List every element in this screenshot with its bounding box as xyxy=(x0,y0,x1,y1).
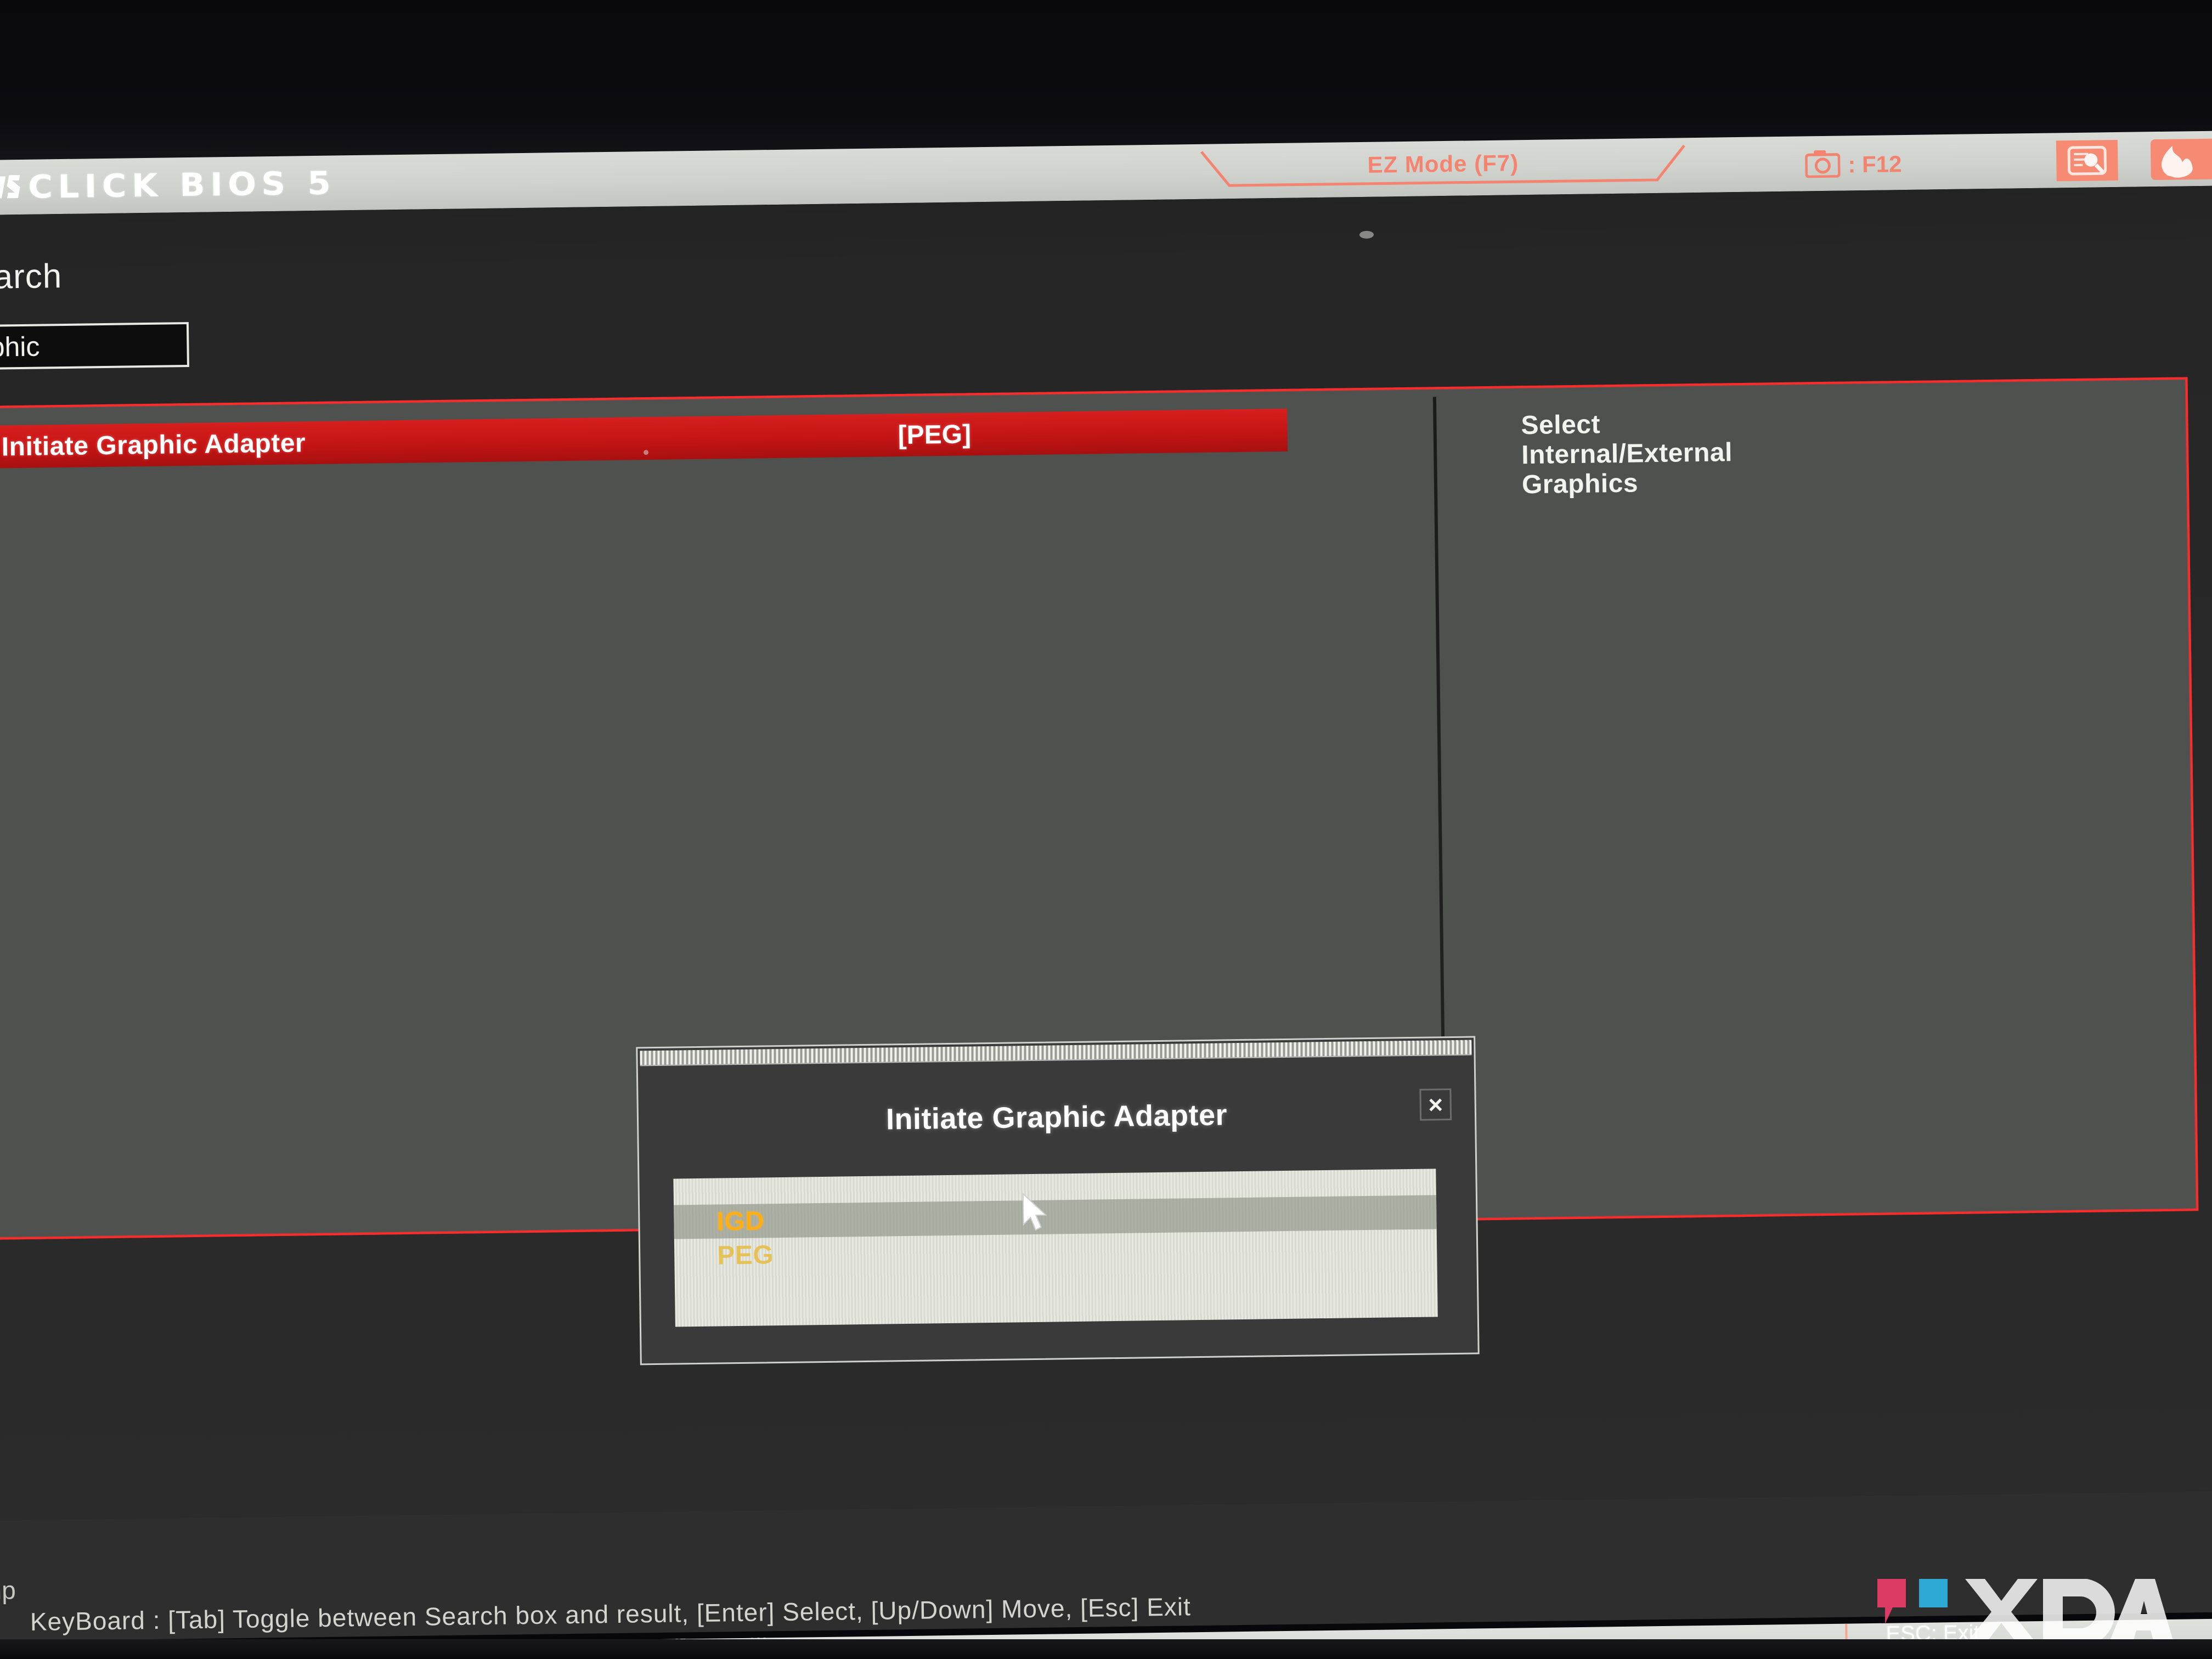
dialog-title: Initiate Graphic Adapter xyxy=(885,1098,1228,1136)
search-results-panel: Initiate Graphic Adapter [PEG] Select In… xyxy=(0,230,2199,1365)
search-icon-button[interactable] xyxy=(2056,139,2118,182)
dust-speck xyxy=(1359,230,1374,239)
help-keyboard-line: KeyBoard : [Tab] Toggle between Search b… xyxy=(30,1592,1192,1636)
description-line-3: Graphics xyxy=(1521,468,1639,499)
option-label: IGD xyxy=(716,1206,765,1237)
close-icon[interactable]: × xyxy=(1419,1088,1452,1121)
monitor-bezel-bottom xyxy=(0,1639,2212,1659)
search-page-icon xyxy=(2067,145,2107,176)
dialog-drag-handle[interactable] xyxy=(640,1040,1472,1066)
screenshot-shortcut[interactable]: : F12 xyxy=(1804,148,1902,181)
page-title: Search xyxy=(0,257,63,297)
camera-icon xyxy=(1804,149,1841,181)
initiate-graphic-adapter-dialog: Initiate Graphic Adapter × IGD PEG xyxy=(636,1036,1480,1365)
option-list: IGD PEG xyxy=(673,1169,1438,1327)
search-page: Search graphic Initiate Graphic Adapter … xyxy=(0,185,2212,1659)
search-input-value: graphic xyxy=(0,331,40,363)
ez-mode-button[interactable]: EZ Mode (F7) xyxy=(1196,140,1690,196)
help-label: Help xyxy=(0,1576,16,1605)
photograph-of-monitor: CLICK BIOS 5 EZ Mode (F7) : F12 Search g… xyxy=(0,0,2212,1659)
msi-dragon-logo-icon xyxy=(0,171,24,204)
option-label: PEG xyxy=(716,1240,774,1271)
flame-icon-button[interactable] xyxy=(2150,138,2212,180)
flame-icon xyxy=(2162,145,2193,178)
result-setting-label: Initiate Graphic Adapter xyxy=(1,428,306,461)
bios-screen: CLICK BIOS 5 EZ Mode (F7) : F12 Search g… xyxy=(0,131,2212,1659)
table-row[interactable]: Initiate Graphic Adapter [PEG] xyxy=(0,408,1288,469)
mouse-cursor-icon xyxy=(1022,1192,1047,1231)
header-brand-group: CLICK BIOS 5 xyxy=(0,164,336,206)
screenshot-key-label: : F12 xyxy=(1848,150,1902,177)
description-panel: Select Internal/External Graphics xyxy=(1521,404,2016,499)
search-input[interactable]: graphic xyxy=(0,322,189,371)
dust-speck xyxy=(644,450,649,455)
result-setting-value: [PEG] xyxy=(898,419,972,450)
brand-title: CLICK BIOS 5 xyxy=(27,164,336,206)
